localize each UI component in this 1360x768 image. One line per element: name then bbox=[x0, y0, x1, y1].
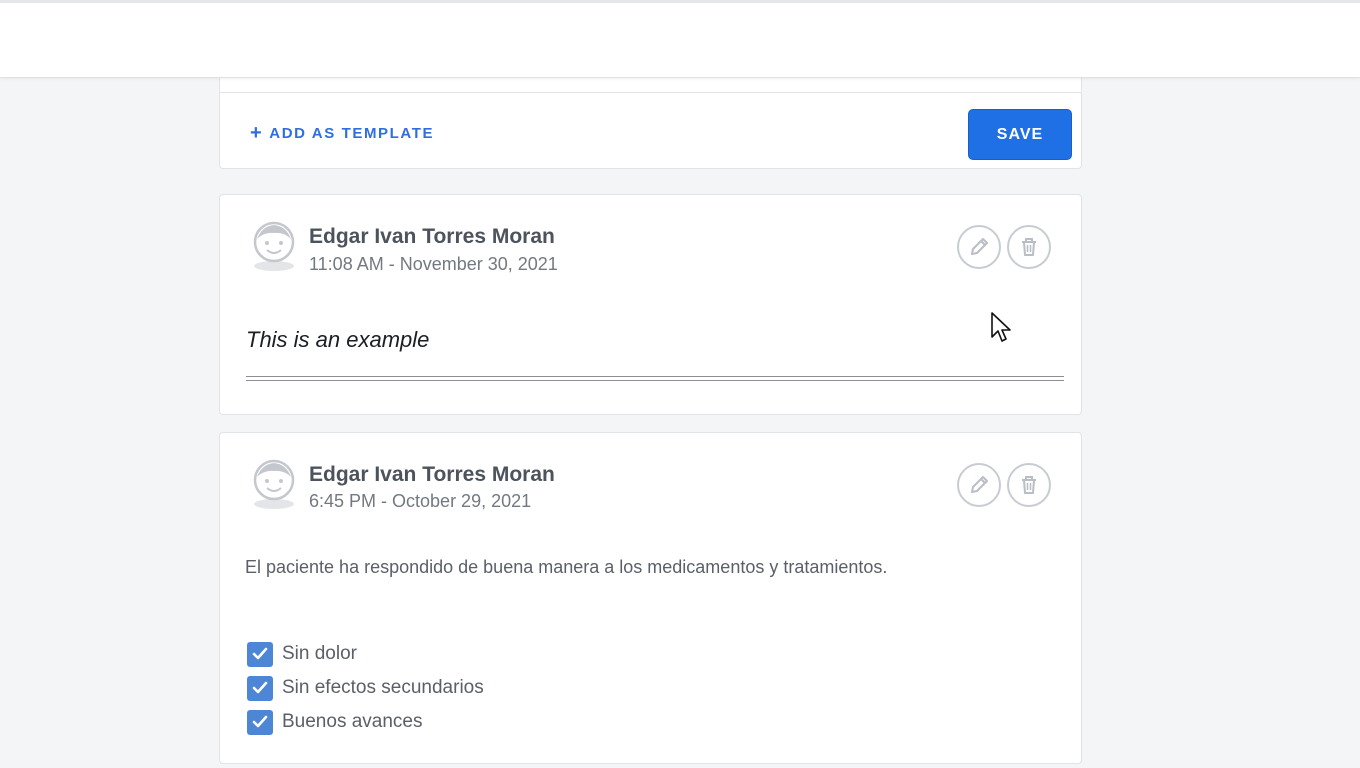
plus-icon: + bbox=[250, 122, 264, 144]
checkbox[interactable] bbox=[247, 641, 273, 667]
add-as-template-button[interactable]: + ADD AS TEMPLATE bbox=[250, 123, 434, 143]
checklist: Sin dolor Sin efectos secundarios Buenos… bbox=[247, 637, 484, 739]
note-author: Edgar Ivan Torres Moran bbox=[309, 225, 555, 248]
checklist-item: Sin dolor bbox=[247, 637, 484, 671]
edit-note-button[interactable] bbox=[957, 225, 1001, 269]
note-timestamp: 6:45 PM - October 29, 2021 bbox=[309, 491, 532, 511]
mouse-cursor-icon bbox=[991, 312, 1011, 342]
note-card: Edgar Ivan Torres Moran 6:45 PM - Octobe… bbox=[219, 432, 1082, 764]
check-icon bbox=[252, 647, 268, 660]
trash-icon bbox=[1022, 238, 1036, 256]
trash-icon bbox=[1022, 476, 1036, 494]
note-text: This is an example bbox=[246, 327, 430, 352]
check-icon bbox=[252, 681, 268, 694]
note-timestamp: 11:08 AM - November 30, 2021 bbox=[309, 254, 558, 274]
checkbox[interactable] bbox=[247, 709, 273, 735]
note-card: Edgar Ivan Torres Moran 11:08 AM - Novem… bbox=[219, 194, 1082, 415]
check-icon bbox=[252, 715, 268, 728]
pencil-icon bbox=[971, 476, 988, 493]
checklist-item-label: Sin efectos secundarios bbox=[282, 677, 484, 698]
checklist-item-label: Buenos avances bbox=[282, 711, 423, 732]
checklist-item: Buenos avances bbox=[247, 705, 484, 739]
delete-note-button[interactable] bbox=[1007, 463, 1051, 507]
delete-note-button[interactable] bbox=[1007, 225, 1051, 269]
pencil-icon bbox=[971, 238, 988, 255]
edit-note-button[interactable] bbox=[957, 463, 1001, 507]
add-as-template-label: ADD AS TEMPLATE bbox=[269, 124, 435, 142]
avatar-icon bbox=[250, 220, 298, 272]
note-text: El paciente ha respondido de buena maner… bbox=[245, 557, 888, 577]
top-bar bbox=[0, 0, 1360, 78]
note-author: Edgar Ivan Torres Moran bbox=[309, 463, 555, 486]
checkbox[interactable] bbox=[247, 675, 273, 701]
double-divider bbox=[246, 376, 1064, 381]
editor-divider bbox=[220, 92, 1081, 93]
save-button[interactable]: SAVE bbox=[968, 109, 1072, 160]
checklist-item-label: Sin dolor bbox=[282, 643, 357, 664]
checklist-item: Sin efectos secundarios bbox=[247, 671, 484, 705]
avatar-icon bbox=[250, 458, 298, 510]
